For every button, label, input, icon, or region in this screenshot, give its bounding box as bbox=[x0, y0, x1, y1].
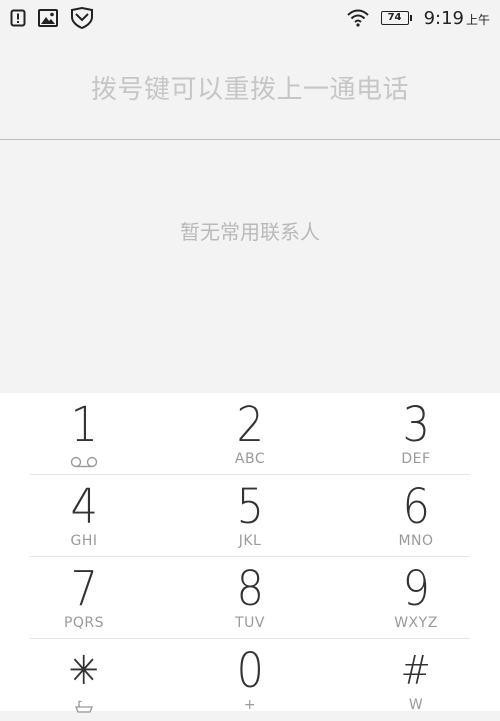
key-0-digit: 0 bbox=[236, 643, 264, 699]
key-hash[interactable]: # W bbox=[362, 639, 470, 721]
status-right: 74 9:19 上午 bbox=[346, 8, 490, 29]
key-9[interactable]: 9 WXYZ bbox=[362, 557, 470, 639]
dialpad-row-2: 4 GHI 5 JKL 6 MNO bbox=[30, 475, 470, 557]
key-star[interactable]: ✳ bbox=[30, 639, 138, 721]
key-8[interactable]: 8 TUV bbox=[138, 557, 362, 639]
dialpad-row-4: ✳ 0 + # W bbox=[30, 639, 470, 721]
key-hash-digit: # bbox=[400, 648, 432, 694]
key-6-digit: 6 bbox=[402, 479, 430, 535]
key-1-digit: 1 bbox=[70, 397, 98, 453]
dial-hint-text: 拨号键可以重拨上一通电话 bbox=[90, 75, 409, 105]
key-star-digit: ✳ bbox=[68, 648, 100, 694]
key-1[interactable]: 1 bbox=[30, 393, 138, 475]
voicemail-icon bbox=[69, 453, 99, 472]
favorites-list: 暂无常用联系人 bbox=[0, 141, 500, 393]
shield-icon bbox=[70, 7, 94, 29]
dialpad-row-3: 7 PQRS 8 TUV 9 WXYZ bbox=[30, 557, 470, 639]
key-2[interactable]: 2 ABC bbox=[138, 393, 362, 475]
clock: 9:19 上午 bbox=[424, 8, 490, 29]
key-3-letters: DEF bbox=[401, 451, 431, 467]
key-5-letters: JKL bbox=[238, 533, 262, 549]
key-7[interactable]: 7 PQRS bbox=[30, 557, 138, 639]
key-9-letters: WXYZ bbox=[394, 615, 438, 631]
key-7-digit: 7 bbox=[70, 561, 98, 617]
key-2-digit: 2 bbox=[236, 397, 264, 453]
wifi-icon bbox=[346, 9, 369, 27]
dialpad: 1 2 ABC 3 DEF 4 GHI 5 JKL 6 MNO 7 PQRS 8… bbox=[0, 393, 500, 713]
favorites-empty-text: 暂无常用联系人 bbox=[180, 220, 320, 244]
clock-time: 9:19 bbox=[423, 7, 464, 29]
key-8-letters: TUV bbox=[235, 615, 265, 631]
battery-level: 74 bbox=[380, 11, 409, 25]
key-5-digit: 5 bbox=[236, 479, 264, 535]
battery-tip bbox=[409, 15, 412, 21]
dial-number-display[interactable]: 拨号键可以重拨上一通电话 bbox=[0, 36, 500, 140]
status-bar: 74 9:19 上午 bbox=[0, 0, 500, 36]
key-0[interactable]: 0 + bbox=[138, 639, 362, 721]
key-3[interactable]: 3 DEF bbox=[362, 393, 470, 475]
key-4-digit: 4 bbox=[70, 479, 98, 535]
key-2-letters: ABC bbox=[234, 451, 266, 467]
dialpad-row-1: 1 2 ABC 3 DEF bbox=[30, 393, 470, 475]
image-icon bbox=[38, 9, 58, 27]
bathtub-icon bbox=[74, 699, 94, 718]
alert-icon bbox=[10, 9, 26, 27]
key-7-letters: PQRS bbox=[63, 615, 105, 631]
clock-ampm: 上午 bbox=[465, 12, 490, 27]
key-4[interactable]: 4 GHI bbox=[30, 475, 138, 557]
key-3-digit: 3 bbox=[402, 397, 430, 453]
key-8-digit: 8 bbox=[236, 561, 264, 617]
key-6-letters: MNO bbox=[398, 533, 434, 549]
key-4-letters: GHI bbox=[70, 533, 98, 549]
key-9-digit: 9 bbox=[402, 561, 430, 617]
status-left bbox=[10, 7, 94, 29]
key-6[interactable]: 6 MNO bbox=[362, 475, 470, 557]
battery-icon: 74 bbox=[380, 11, 412, 25]
key-5[interactable]: 5 JKL bbox=[138, 475, 362, 557]
